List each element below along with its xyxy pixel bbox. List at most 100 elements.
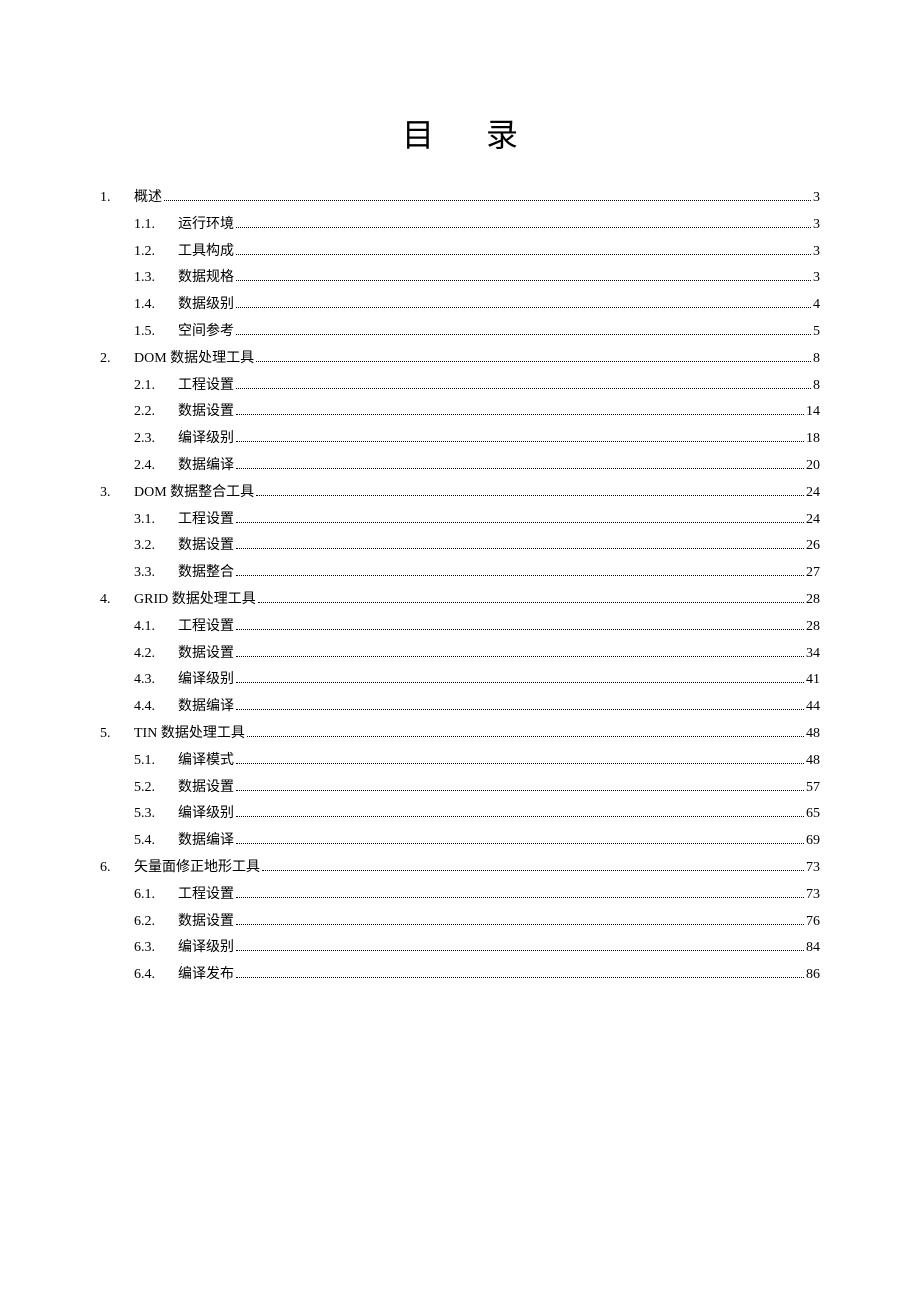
toc-entry-number: 5. xyxy=(100,722,134,746)
toc-entry-page: 73 xyxy=(806,856,820,880)
toc-entry-page: 24 xyxy=(806,481,820,505)
toc-entry-number: 6.3. xyxy=(134,936,178,960)
toc-subsection[interactable]: 1.3.数据规格3 xyxy=(100,266,820,290)
toc-entry-page: 4 xyxy=(813,293,820,317)
toc-subsection[interactable]: 4.3.编译级别41 xyxy=(100,668,820,692)
toc-leader-dots xyxy=(236,671,804,684)
toc-entry-label: 数据级别 xyxy=(178,293,234,317)
toc-entry-number: 5.3. xyxy=(134,802,178,826)
toc-entry-number: 3. xyxy=(100,481,134,505)
toc-entry-label: 数据整合 xyxy=(178,561,234,585)
toc-leader-dots xyxy=(236,322,811,335)
toc-entry-page: 69 xyxy=(806,829,820,853)
toc-entry-label: 数据设置 xyxy=(178,534,234,558)
toc-entry-label: 工程设置 xyxy=(178,883,234,907)
toc-leader-dots xyxy=(247,724,804,737)
toc-section[interactable]: 4.GRID 数据处理工具28 xyxy=(100,588,820,612)
toc-entry-label: 数据设置 xyxy=(178,642,234,666)
toc-subsection[interactable]: 3.1.工程设置24 xyxy=(100,508,820,532)
toc-entry-label: 工程设置 xyxy=(178,615,234,639)
toc-entry-number: 4.1. xyxy=(134,615,178,639)
toc-entry-label: 数据设置 xyxy=(178,910,234,934)
toc-section[interactable]: 6.矢量面修正地形工具73 xyxy=(100,856,820,880)
toc-leader-dots xyxy=(164,188,811,201)
toc-subsection[interactable]: 3.3.数据整合27 xyxy=(100,561,820,585)
toc-leader-dots xyxy=(236,242,811,255)
toc-entry-page: 57 xyxy=(806,776,820,800)
toc-entry-label: 运行环境 xyxy=(178,213,234,237)
toc-leader-dots xyxy=(236,832,804,845)
toc-entry-label: GRID 数据处理工具 xyxy=(134,588,256,612)
toc-entry-page: 44 xyxy=(806,695,820,719)
toc-subsection[interactable]: 1.4.数据级别 4 xyxy=(100,293,820,317)
toc-subsection[interactable]: 4.1.工程设置 28 xyxy=(100,615,820,639)
toc-subsection[interactable]: 1.1.运行环境3 xyxy=(100,213,820,237)
toc-leader-dots xyxy=(258,590,804,603)
toc-entry-number: 6.1. xyxy=(134,883,178,907)
toc-subsection[interactable]: 2.4.数据编译20 xyxy=(100,454,820,478)
toc-leader-dots xyxy=(236,778,804,791)
toc-subsection[interactable]: 4.2.数据设置34 xyxy=(100,642,820,666)
table-of-contents: 1.概述31.1.运行环境31.2.工具构成31.3.数据规格31.4.数据级别… xyxy=(100,186,820,987)
toc-subsection[interactable]: 3.2.数据设置26 xyxy=(100,534,820,558)
toc-entry-page: 3 xyxy=(813,186,820,210)
toc-subsection[interactable]: 2.3.编译级别 18 xyxy=(100,427,820,451)
toc-entry-label: 编译级别 xyxy=(178,668,234,692)
toc-entry-page: 28 xyxy=(806,615,820,639)
toc-entry-number: 6.4. xyxy=(134,963,178,987)
toc-leader-dots xyxy=(236,564,804,577)
toc-subsection[interactable]: 5.4.数据编译69 xyxy=(100,829,820,853)
toc-subsection[interactable]: 4.4.数据编译44 xyxy=(100,695,820,719)
toc-subsection[interactable]: 5.2.数据设置57 xyxy=(100,776,820,800)
toc-subsection[interactable]: 6.4.编译发布86 xyxy=(100,963,820,987)
toc-entry-label: DOM 数据整合工具 xyxy=(134,481,254,505)
toc-entry-number: 4.4. xyxy=(134,695,178,719)
toc-entry-page: 14 xyxy=(806,400,820,424)
toc-subsection[interactable]: 5.3.编译级别65 xyxy=(100,802,820,826)
toc-entry-label: 概述 xyxy=(134,186,162,210)
toc-leader-dots xyxy=(236,403,804,416)
toc-leader-dots xyxy=(236,805,804,818)
toc-section[interactable]: 1.概述3 xyxy=(100,186,820,210)
toc-leader-dots xyxy=(236,215,811,228)
toc-subsection[interactable]: 1.5.空间参考5 xyxy=(100,320,820,344)
toc-entry-number: 2.3. xyxy=(134,427,178,451)
toc-subsection[interactable]: 5.1.编译模式48 xyxy=(100,749,820,773)
toc-entry-label: 编译级别 xyxy=(178,427,234,451)
toc-section[interactable]: 2.DOM 数据处理工具8 xyxy=(100,347,820,371)
toc-entry-label: 空间参考 xyxy=(178,320,234,344)
toc-subsection[interactable]: 6.1.工程设置73 xyxy=(100,883,820,907)
toc-leader-dots xyxy=(236,698,804,711)
toc-subsection[interactable]: 2.2.数据设置14 xyxy=(100,400,820,424)
toc-subsection[interactable]: 2.1.工程设置8 xyxy=(100,374,820,398)
toc-title: 目 录 xyxy=(100,110,820,156)
toc-entry-label: 矢量面修正地形工具 xyxy=(134,856,260,880)
toc-entry-number: 2.1. xyxy=(134,374,178,398)
toc-entry-page: 3 xyxy=(813,240,820,264)
document-page: 目 录 1.概述31.1.运行环境31.2.工具构成31.3.数据规格31.4.… xyxy=(0,0,920,987)
toc-leader-dots xyxy=(236,430,804,443)
toc-entry-page: 84 xyxy=(806,936,820,960)
toc-entry-number: 4.2. xyxy=(134,642,178,666)
toc-leader-dots xyxy=(256,349,811,362)
toc-subsection[interactable]: 1.2.工具构成3 xyxy=(100,240,820,264)
toc-leader-dots xyxy=(236,510,804,523)
toc-entry-number: 4. xyxy=(100,588,134,612)
toc-entry-label: 编译模式 xyxy=(178,749,234,773)
toc-entry-label: 数据编译 xyxy=(178,829,234,853)
toc-entry-page: 24 xyxy=(806,508,820,532)
toc-entry-label: 数据规格 xyxy=(178,266,234,290)
toc-entry-number: 2.2. xyxy=(134,400,178,424)
toc-entry-number: 2.4. xyxy=(134,454,178,478)
toc-leader-dots xyxy=(256,483,804,496)
toc-entry-page: 18 xyxy=(806,427,820,451)
toc-section[interactable]: 5.TIN 数据处理工具48 xyxy=(100,722,820,746)
toc-entry-page: 8 xyxy=(813,374,820,398)
toc-leader-dots xyxy=(236,537,804,550)
toc-subsection[interactable]: 6.2.数据设置76 xyxy=(100,910,820,934)
toc-subsection[interactable]: 6.3.编译级别84 xyxy=(100,936,820,960)
toc-entry-number: 1.4. xyxy=(134,293,178,317)
toc-entry-label: DOM 数据处理工具 xyxy=(134,347,254,371)
toc-entry-label: 编译发布 xyxy=(178,963,234,987)
toc-section[interactable]: 3.DOM 数据整合工具 24 xyxy=(100,481,820,505)
